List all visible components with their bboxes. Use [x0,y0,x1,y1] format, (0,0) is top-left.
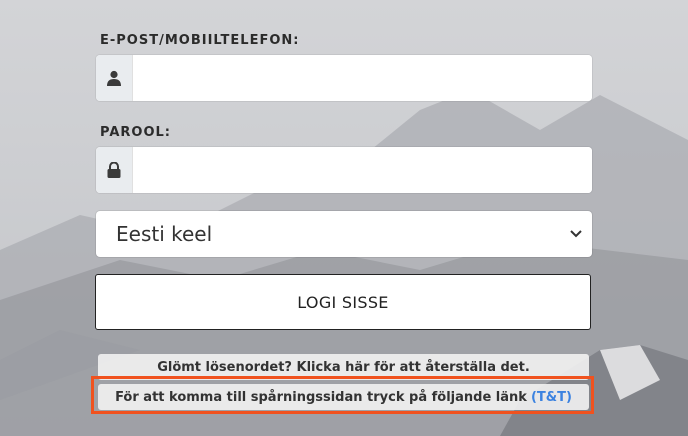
chevron-down-icon [570,226,582,242]
password-input[interactable] [133,147,592,193]
login-button[interactable]: LOGI SISSE [95,274,591,330]
language-select[interactable]: Eesti keel [96,211,592,257]
email-field-group [96,55,592,101]
password-field-group [96,147,592,193]
highlight-box [91,376,594,414]
email-input[interactable] [133,55,592,101]
email-label: E-POST/MOBIILTELEFON: [100,33,300,48]
lock-icon [96,147,133,193]
password-label: PAROOL: [100,125,171,140]
language-select-value: Eesti keel [116,222,213,246]
user-icon [96,55,133,101]
